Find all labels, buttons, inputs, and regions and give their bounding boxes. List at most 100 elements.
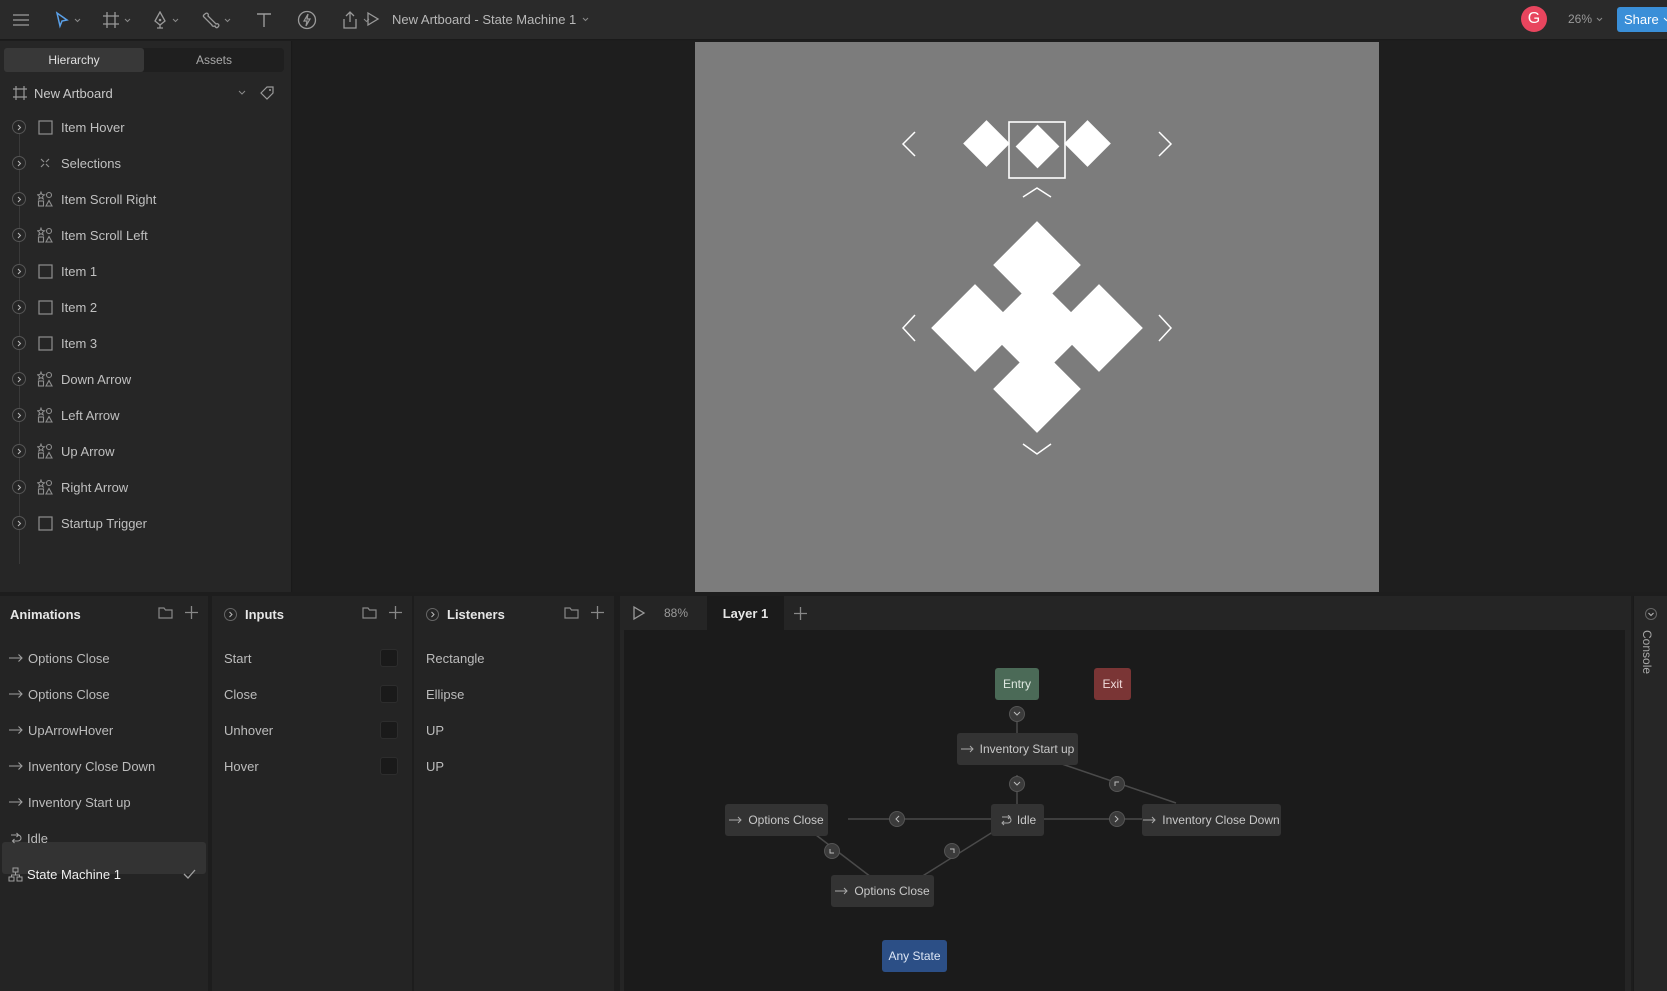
- expand-chevron-icon[interactable]: [12, 300, 26, 314]
- layer-row[interactable]: Item Scroll Right: [12, 188, 156, 210]
- tab-assets[interactable]: Assets: [144, 48, 284, 72]
- expand-chevron-icon[interactable]: [12, 336, 26, 350]
- artboard-tool-button[interactable]: [102, 8, 131, 32]
- artboard-row[interactable]: New Artboard: [12, 82, 282, 104]
- animation-item[interactable]: UpArrowHover: [8, 715, 204, 745]
- layer-label: Up Arrow: [61, 443, 115, 459]
- document-title-menu[interactable]: New Artboard - State Machine 1: [367, 0, 589, 38]
- add-layer-button[interactable]: [794, 596, 807, 630]
- expand-chevron-icon[interactable]: [12, 192, 26, 206]
- expand-chevron-icon[interactable]: [12, 264, 26, 278]
- expand-chevron-icon[interactable]: [12, 156, 26, 170]
- transition-chevron-up-left-icon[interactable]: [1109, 776, 1125, 792]
- input-item[interactable]: Unhover: [224, 715, 404, 745]
- state-inventory-start-up[interactable]: Inventory Start up: [957, 733, 1078, 765]
- folder-icon[interactable]: [564, 606, 579, 619]
- state-entry[interactable]: Entry: [995, 668, 1039, 700]
- layer-row[interactable]: Item 2: [12, 296, 97, 318]
- tab-hierarchy[interactable]: Hierarchy: [4, 48, 144, 72]
- listener-label: UP: [426, 758, 445, 774]
- layer-row[interactable]: Item 3: [12, 332, 97, 354]
- chevron-right-circle-icon[interactable]: [224, 607, 237, 621]
- animation-item[interactable]: Inventory Start up: [8, 787, 204, 817]
- events-tool-button[interactable]: [297, 8, 317, 32]
- animation-item[interactable]: Options Close: [8, 643, 204, 673]
- expand-chevron-icon[interactable]: [12, 408, 26, 422]
- input-item[interactable]: Close: [224, 679, 404, 709]
- layer-row[interactable]: Item 1: [12, 260, 97, 282]
- expand-chevron-icon[interactable]: [12, 120, 26, 134]
- play-state-machine-button[interactable]: [632, 596, 646, 630]
- expand-chevron-icon[interactable]: [12, 228, 26, 242]
- chevron-down-circle-icon[interactable]: [1645, 608, 1657, 620]
- state-inventory-close-down[interactable]: Inventory Close Down: [1142, 804, 1281, 836]
- graph-zoom[interactable]: 88%: [664, 596, 688, 630]
- inputs-header: Inputs: [212, 596, 412, 632]
- transition-chevron-right-icon[interactable]: [1109, 811, 1125, 827]
- transition-chevron-down-left-icon[interactable]: [944, 843, 960, 859]
- animation-item[interactable]: Idle: [8, 823, 204, 853]
- input-trigger-toggle[interactable]: [380, 649, 398, 667]
- play-icon[interactable]: [366, 11, 380, 27]
- console-panel[interactable]: Console: [1633, 596, 1667, 991]
- listeners-panel: Listeners Rectangle Ellipse UP UP: [414, 596, 614, 991]
- chevron-down-icon[interactable]: [238, 90, 246, 96]
- listener-item[interactable]: Rectangle: [426, 643, 606, 673]
- layer-row[interactable]: Right Arrow: [12, 476, 128, 498]
- transition-chevron-down-icon[interactable]: [1009, 776, 1025, 792]
- layer-row[interactable]: Left Arrow: [12, 404, 120, 426]
- listener-item[interactable]: Ellipse: [426, 679, 606, 709]
- input-label: Unhover: [224, 722, 274, 738]
- tab-layer-1[interactable]: Layer 1: [707, 596, 784, 630]
- transition-chevron-down-right-icon[interactable]: [824, 843, 840, 859]
- chevron-down-icon: [224, 18, 231, 22]
- layer-row[interactable]: Item Hover: [12, 116, 125, 138]
- input-trigger-toggle[interactable]: [380, 757, 398, 775]
- user-avatar[interactable]: G: [1521, 6, 1547, 32]
- layer-row[interactable]: Item Scroll Left: [12, 224, 148, 246]
- text-tool-button[interactable]: [255, 8, 273, 32]
- animation-item[interactable]: Options Close: [8, 679, 204, 709]
- expand-chevron-icon[interactable]: [12, 444, 26, 458]
- artboard-canvas[interactable]: [695, 42, 1379, 592]
- square-icon: [37, 515, 53, 531]
- input-item[interactable]: Hover: [224, 751, 404, 781]
- plus-icon[interactable]: [185, 606, 198, 619]
- layer-row[interactable]: Down Arrow: [12, 368, 131, 390]
- transition-chevron-left-icon[interactable]: [889, 811, 905, 827]
- chevron-right-circle-icon[interactable]: [426, 607, 439, 621]
- menu-icon[interactable]: [12, 8, 30, 32]
- state-idle[interactable]: Idle: [991, 804, 1044, 836]
- folder-icon[interactable]: [158, 606, 173, 619]
- animation-item[interactable]: Inventory Close Down: [8, 751, 204, 781]
- listener-item[interactable]: UP: [426, 751, 606, 781]
- transition-chevron-down-icon[interactable]: [1009, 706, 1025, 722]
- state-options-close-bottom[interactable]: Options Close: [831, 875, 934, 907]
- expand-chevron-icon[interactable]: [12, 516, 26, 530]
- layer-row[interactable]: Startup Trigger: [12, 512, 147, 534]
- state-label: Inventory Start up: [979, 742, 1075, 756]
- layer-row[interactable]: Selections: [12, 152, 121, 174]
- input-trigger-toggle[interactable]: [380, 685, 398, 703]
- state-any-state[interactable]: Any State: [882, 940, 947, 972]
- state-graph-canvas[interactable]: Entry Exit Inventory Start up Idle Optio…: [624, 630, 1625, 991]
- select-tool-button[interactable]: [54, 8, 81, 32]
- plus-icon[interactable]: [389, 606, 402, 619]
- listener-item[interactable]: UP: [426, 715, 606, 745]
- input-item[interactable]: Start: [224, 643, 404, 673]
- zoom-menu[interactable]: 26%: [1568, 0, 1603, 38]
- folder-icon[interactable]: [362, 606, 377, 619]
- input-trigger-toggle[interactable]: [380, 721, 398, 739]
- plus-icon[interactable]: [591, 606, 604, 619]
- pen-tool-button[interactable]: [152, 8, 179, 32]
- expand-chevron-icon[interactable]: [12, 372, 26, 386]
- state-options-close-left[interactable]: Options Close: [725, 804, 828, 836]
- layer-row[interactable]: Up Arrow: [12, 440, 114, 462]
- state-exit[interactable]: Exit: [1094, 668, 1131, 700]
- animations-panel: Animations Options Close Options Close UpA…: [0, 596, 208, 991]
- expand-chevron-icon[interactable]: [12, 480, 26, 494]
- share-button[interactable]: Share: [1617, 7, 1667, 32]
- bone-tool-button[interactable]: [202, 8, 231, 32]
- tag-icon[interactable]: [260, 86, 274, 100]
- animation-item[interactable]: State Machine 1: [8, 859, 204, 889]
